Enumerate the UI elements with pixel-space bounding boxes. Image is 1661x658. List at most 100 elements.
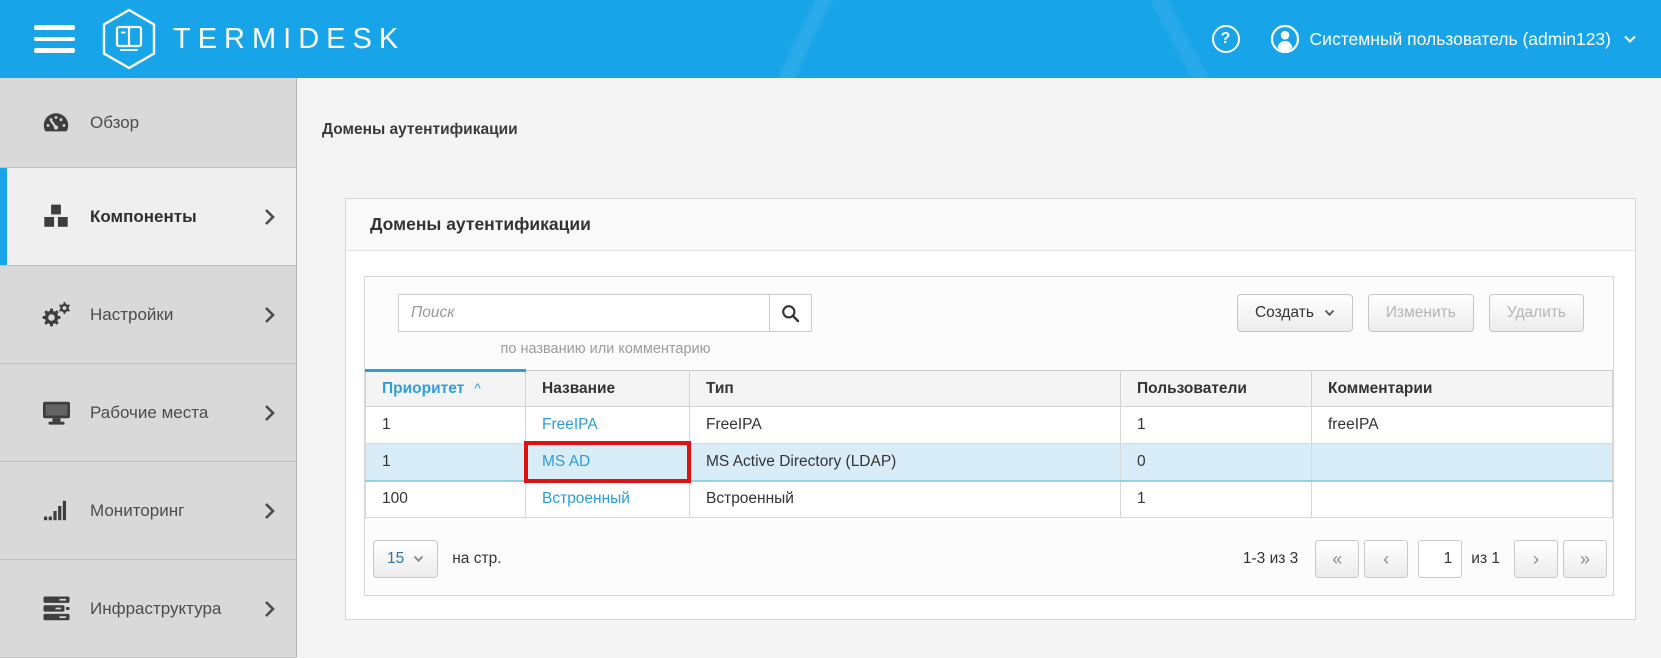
domain-link[interactable]: Встроенный [542,490,630,507]
sidebar-item-label: Мониторинг [90,501,184,521]
double-chevron-left-icon: « [1332,549,1342,570]
chevron-left-icon: ‹ [1383,549,1389,570]
column-header-label: Пользователи [1137,380,1247,397]
auth-domains-table: Приоритет ^ Название Тип Пользователи Ком… [365,369,1613,518]
sidebar-item-overview[interactable]: Обзор [0,78,296,168]
signal-bars-icon [35,500,77,521]
prev-page-button[interactable]: ‹ [1364,540,1408,578]
column-header-name[interactable]: Название [526,371,690,407]
card-header: Домены аутентификации [346,199,1635,251]
desktop-icon [35,401,77,425]
create-button[interactable]: Создать [1237,294,1353,332]
page-size-select[interactable]: 15 [373,540,438,578]
search-hint: по названию или комментарию [398,341,813,357]
user-name-label: Системный пользователь (admin123) [1310,29,1611,50]
main-content: Домены аутентификации Домены аутентифика… [298,78,1661,657]
table-row[interactable]: 100 Встроенный Встроенный 1 [366,481,1613,518]
cell-priority: 1 [366,444,526,481]
cell-users: 0 [1121,444,1312,481]
sidebar-item-infrastructure[interactable]: Инфраструктура [0,560,296,658]
search-button[interactable] [769,294,812,332]
column-header-label: Комментарии [1328,380,1432,397]
edit-button[interactable]: Изменить [1368,294,1474,332]
table-row[interactable]: 1 FreeIPA FreeIPA 1 freeIPA [366,407,1613,444]
auth-domains-card: Домены аутентификации [345,198,1636,620]
cell-priority: 100 [366,481,526,518]
sidebar-item-monitoring[interactable]: Мониторинг [0,462,296,560]
domain-link[interactable]: FreeIPA [542,416,598,433]
table-footer: 15 на стр. 1-3 из 3 « ‹ из 1 › [365,518,1613,595]
page-number-input[interactable] [1418,540,1462,578]
cubes-icon [35,203,77,230]
range-label: 1-3 из 3 [1243,550,1298,568]
card-title: Домены аутентификации [370,214,591,235]
sort-asc-icon: ^ [474,380,481,396]
search-input[interactable] [398,294,770,332]
of-pages-label: из 1 [1471,550,1500,568]
chevron-right-icon [264,502,275,520]
user-menu[interactable]: Системный пользователь (admin123) [1270,24,1637,54]
sidebar-item-label: Компоненты [90,207,197,227]
cell-comment [1312,444,1613,481]
chevron-right-icon [264,306,275,324]
column-header-label: Тип [706,380,734,397]
help-icon[interactable]: ? [1212,25,1240,53]
cell-name: FreeIPA [526,407,690,444]
brand-logo[interactable]: TERMIDESK [100,8,405,70]
table-panel: по названию или комментарию Создать Изме… [364,276,1614,596]
cell-type: FreeIPA [690,407,1121,444]
sidebar-item-label: Рабочие места [90,403,208,423]
sidebar-item-label: Настройки [90,305,173,325]
column-header-label: Приоритет [382,380,464,397]
gears-icon [35,301,77,328]
chevron-right-icon: › [1533,549,1539,570]
sidebar: Обзор Компоненты [0,78,297,657]
column-header-type[interactable]: Тип [690,371,1121,407]
sidebar-item-label: Обзор [90,113,139,133]
per-page-label: на стр. [452,550,501,568]
column-header-label: Название [542,380,615,397]
cell-users: 1 [1121,407,1312,444]
table-toolbar: по названию или комментарию Создать Изме… [365,277,1613,369]
last-page-button[interactable]: » [1563,540,1607,578]
next-page-button[interactable]: › [1514,540,1558,578]
chevron-down-icon [413,555,424,563]
chevron-down-icon [1324,309,1335,317]
cell-comment: freeIPA [1312,407,1613,444]
domain-link[interactable]: MS AD [542,453,590,470]
chevron-right-icon [264,600,275,618]
breadcrumb: Домены аутентификации [322,121,518,139]
search-icon [781,304,800,323]
column-header-comments[interactable]: Комментарии [1312,371,1613,407]
user-avatar-icon [1270,24,1300,54]
servers-icon [35,596,77,621]
sidebar-item-settings[interactable]: Настройки [0,266,296,364]
cell-type: MS Active Directory (LDAP) [690,444,1121,481]
delete-button-label: Удалить [1507,304,1566,322]
column-header-users[interactable]: Пользователи [1121,371,1312,407]
first-page-button[interactable]: « [1315,540,1359,578]
cell-name: Встроенный [526,481,690,518]
sidebar-item-components[interactable]: Компоненты [0,168,296,266]
cell-users: 1 [1121,481,1312,518]
double-chevron-right-icon: » [1580,549,1590,570]
hamburger-menu-icon[interactable] [34,18,75,60]
sidebar-item-label: Инфраструктура [90,599,221,619]
create-button-label: Создать [1255,304,1314,322]
termidesk-hexagon-icon [100,8,158,70]
chevron-right-icon [264,208,275,226]
cell-type: Встроенный [690,481,1121,518]
table-row-selected[interactable]: 1 MS AD MS Active Directory (LDAP) 0 [366,444,1613,481]
column-header-priority[interactable]: Приоритет ^ [366,371,526,407]
cell-comment [1312,481,1613,518]
sidebar-item-workplaces[interactable]: Рабочие места [0,364,296,462]
page-size-value: 15 [387,550,404,568]
delete-button[interactable]: Удалить [1489,294,1584,332]
chevron-right-icon [264,404,275,422]
dashboard-icon [35,111,77,135]
brand-name: TERMIDESK [173,23,405,56]
edit-button-label: Изменить [1386,304,1456,322]
cell-priority: 1 [366,407,526,444]
topbar: TERMIDESK ? Системный пользователь (admi… [0,0,1661,78]
cell-name-annotated: MS AD [526,444,690,481]
